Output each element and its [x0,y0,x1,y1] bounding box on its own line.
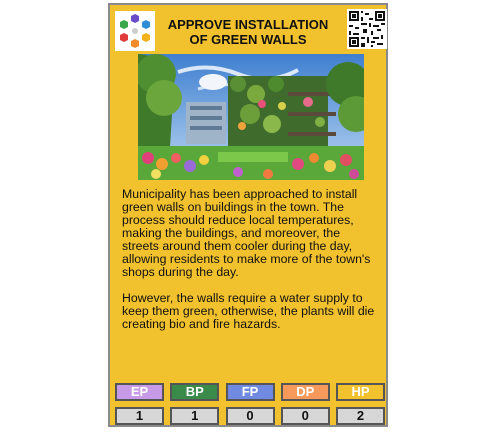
stat-value-dp: 0 [280,407,330,425]
card-title-line-1: APPROVE INSTALLATION [167,17,329,32]
stat-value-fp: 0 [225,407,275,425]
description-paragraph-1: Municipality has been approached to inst… [122,187,371,279]
stat-value-ep: 1 [115,407,164,425]
stat-value-hp: 2 [336,407,385,425]
qr-code-icon [347,9,387,49]
green-wall-building-image [138,54,364,180]
card-description: Municipality has been approached to inst… [122,188,380,344]
description-paragraph-2: However, the walls require a water suppl… [122,291,375,331]
stat-value-bp: 1 [170,407,220,425]
stat-label-dp: DP [280,383,330,401]
stat-label-bp: BP [170,383,220,401]
stats-panel: EP BP FP DP HP 1 1 0 0 2 [115,383,385,425]
stat-values-row: 1 1 0 0 2 [115,401,385,425]
game-logo-icon [115,11,155,51]
stat-label-hp: HP [336,383,385,401]
stat-label-ep: EP [115,383,164,401]
event-card: APPROVE INSTALLATION OF GREEN WALLS Muni… [108,3,388,427]
card-title: APPROVE INSTALLATION OF GREEN WALLS [162,17,334,47]
stat-label-fp: FP [225,383,275,401]
card-title-line-2: OF GREEN WALLS [189,32,307,47]
stat-labels-row: EP BP FP DP HP [115,383,385,401]
